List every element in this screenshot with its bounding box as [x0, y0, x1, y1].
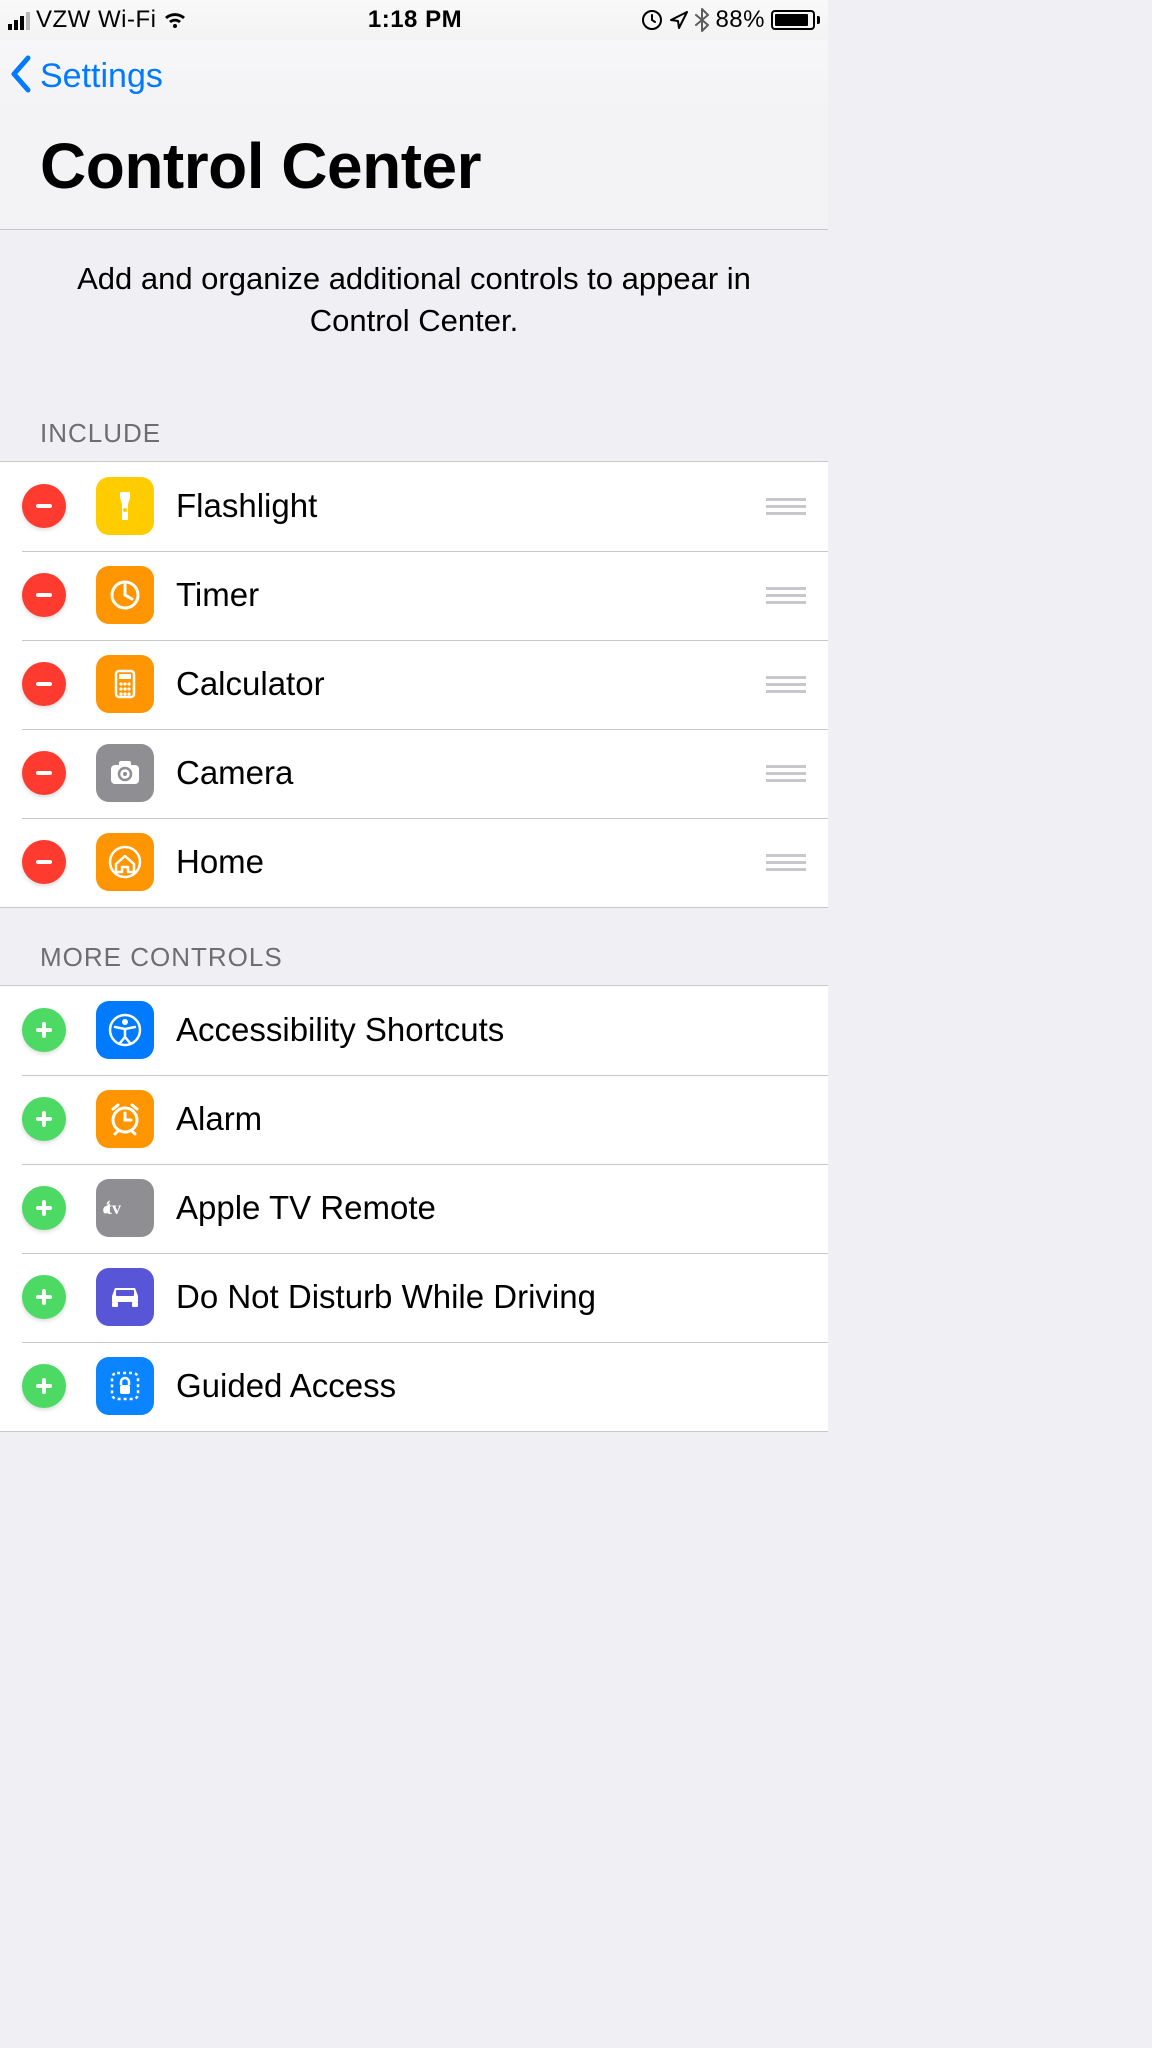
accessibility-icon — [96, 1001, 154, 1059]
page-title: Control Center — [0, 109, 828, 230]
list-item: Calculator — [0, 640, 828, 729]
drag-handle-icon[interactable] — [762, 765, 806, 782]
section-header-include: INCLUDE — [0, 384, 828, 461]
remove-button[interactable] — [22, 484, 66, 528]
location-icon — [669, 10, 689, 30]
include-list: Flashlight Timer Calculator Camera — [0, 461, 828, 908]
camera-icon — [96, 744, 154, 802]
add-button[interactable] — [22, 1364, 66, 1408]
list-item: Alarm — [0, 1075, 828, 1164]
list-item: Camera — [0, 729, 828, 818]
list-item-label: Apple TV Remote — [176, 1189, 806, 1227]
back-chevron-icon[interactable] — [8, 54, 34, 99]
drag-handle-icon[interactable] — [762, 676, 806, 693]
remove-button[interactable] — [22, 751, 66, 795]
carrier-label: VZW Wi-Fi — [36, 6, 156, 34]
list-item-label: Alarm — [176, 1100, 806, 1138]
remove-button[interactable] — [22, 573, 66, 617]
bluetooth-icon — [695, 8, 709, 32]
clock-label: 1:18 PM — [188, 6, 641, 34]
more-list: Accessibility Shortcuts Alarm tv Apple T… — [0, 985, 828, 1432]
home-icon — [96, 833, 154, 891]
status-left: VZW Wi-Fi — [8, 6, 188, 34]
list-item: tv Apple TV Remote — [0, 1164, 828, 1253]
section-header-more: MORE CONTROLS — [0, 908, 828, 985]
remove-button[interactable] — [22, 662, 66, 706]
rotation-lock-icon — [641, 9, 663, 31]
add-button[interactable] — [22, 1008, 66, 1052]
calculator-icon — [96, 655, 154, 713]
drag-handle-icon[interactable] — [762, 854, 806, 871]
battery-pct-label: 88% — [715, 6, 765, 34]
nav-bar: Settings — [0, 40, 828, 109]
drag-handle-icon[interactable] — [762, 498, 806, 515]
list-item: Timer — [0, 551, 828, 640]
list-item: Flashlight — [0, 462, 828, 551]
wifi-icon — [162, 10, 188, 30]
car-icon — [96, 1268, 154, 1326]
list-item-label: Calculator — [176, 665, 762, 703]
list-item-label: Guided Access — [176, 1367, 806, 1405]
list-item-label: Accessibility Shortcuts — [176, 1011, 806, 1049]
cellular-signal-icon — [8, 10, 30, 30]
list-item: Do Not Disturb While Driving — [0, 1253, 828, 1342]
status-bar: VZW Wi-Fi 1:18 PM 88% — [0, 0, 828, 40]
list-item: Guided Access — [0, 1342, 828, 1431]
add-button[interactable] — [22, 1097, 66, 1141]
add-button[interactable] — [22, 1186, 66, 1230]
list-item: Accessibility Shortcuts — [0, 986, 828, 1075]
list-item-label: Home — [176, 843, 762, 881]
status-right: 88% — [641, 6, 820, 34]
intro-text: Add and organize additional controls to … — [0, 230, 828, 384]
battery-icon — [771, 10, 820, 30]
list-item-label: Camera — [176, 754, 762, 792]
guided-access-icon — [96, 1357, 154, 1415]
drag-handle-icon[interactable] — [762, 587, 806, 604]
list-item: Home — [0, 818, 828, 907]
timer-icon — [96, 566, 154, 624]
list-item-label: Timer — [176, 576, 762, 614]
list-item-label: Do Not Disturb While Driving — [176, 1278, 806, 1316]
remove-button[interactable] — [22, 840, 66, 884]
list-item-label: Flashlight — [176, 487, 762, 525]
add-button[interactable] — [22, 1275, 66, 1319]
alarm-icon — [96, 1090, 154, 1148]
appletv-icon: tv — [96, 1179, 154, 1237]
back-button[interactable]: Settings — [40, 57, 163, 96]
flashlight-icon — [96, 477, 154, 535]
